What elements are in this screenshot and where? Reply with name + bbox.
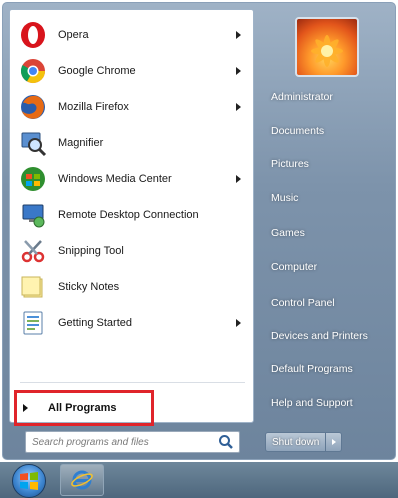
windows-logo-icon bbox=[20, 472, 38, 490]
taskbar-ie-button[interactable] bbox=[60, 464, 104, 496]
right-item-administrator[interactable]: Administrator bbox=[265, 84, 391, 110]
program-label: Getting Started bbox=[58, 317, 132, 329]
submenu-arrow-icon[interactable] bbox=[236, 67, 241, 75]
magnifier-icon bbox=[18, 128, 48, 158]
program-media-center[interactable]: Windows Media Center bbox=[14, 162, 249, 196]
program-getting-started[interactable]: Getting Started bbox=[14, 306, 249, 340]
start-menu: Opera Google Chrome Mozilla Firefox Magn… bbox=[2, 2, 396, 460]
program-chrome[interactable]: Google Chrome bbox=[14, 54, 249, 88]
program-label: Remote Desktop Connection bbox=[58, 209, 199, 221]
shutdown-button[interactable]: Shut down bbox=[265, 432, 327, 452]
program-snipping-tool[interactable]: Snipping Tool bbox=[14, 234, 249, 268]
divider bbox=[20, 382, 245, 383]
program-label: Windows Media Center bbox=[58, 173, 172, 185]
scissors-icon bbox=[18, 236, 48, 266]
remote-desktop-icon bbox=[18, 200, 48, 230]
submenu-arrow-icon[interactable] bbox=[236, 319, 241, 327]
arrow-right-icon bbox=[331, 439, 336, 445]
all-programs-label: All Programs bbox=[48, 402, 117, 414]
media-center-icon bbox=[18, 164, 48, 194]
program-magnifier[interactable]: Magnifier bbox=[14, 126, 249, 160]
program-label: Google Chrome bbox=[58, 65, 136, 77]
submenu-arrow-icon[interactable] bbox=[236, 103, 241, 111]
chrome-icon bbox=[18, 56, 48, 86]
search-input[interactable] bbox=[26, 432, 217, 452]
program-label: Sticky Notes bbox=[58, 281, 120, 293]
right-item-help-support[interactable]: Help and Support bbox=[265, 390, 391, 416]
flower-icon bbox=[311, 35, 343, 67]
right-item-pictures[interactable]: Pictures bbox=[265, 151, 391, 177]
right-item-computer[interactable]: Computer bbox=[265, 254, 391, 280]
program-opera[interactable]: Opera bbox=[14, 18, 249, 52]
right-item-default-programs[interactable]: Default Programs bbox=[265, 356, 391, 382]
program-label: Mozilla Firefox bbox=[58, 101, 129, 113]
program-label: Magnifier bbox=[58, 137, 104, 149]
submenu-arrow-icon[interactable] bbox=[236, 175, 241, 183]
programs-pane: Opera Google Chrome Mozilla Firefox Magn… bbox=[9, 9, 254, 426]
search-icon[interactable] bbox=[217, 433, 235, 451]
getting-started-icon bbox=[18, 308, 48, 338]
triangle-right-icon bbox=[23, 404, 28, 412]
program-remote-desktop[interactable]: Remote Desktop Connection bbox=[14, 198, 249, 232]
sticky-notes-icon bbox=[18, 272, 48, 302]
program-label: Opera bbox=[58, 29, 89, 41]
shutdown-group: Shut down bbox=[265, 432, 343, 452]
internet-explorer-icon bbox=[71, 470, 93, 490]
user-avatar[interactable] bbox=[295, 17, 359, 77]
right-item-music[interactable]: Music bbox=[265, 185, 391, 211]
start-button[interactable] bbox=[12, 464, 46, 498]
opera-icon bbox=[18, 20, 48, 50]
program-firefox[interactable]: Mozilla Firefox bbox=[14, 90, 249, 124]
right-item-devices-printers[interactable]: Devices and Printers bbox=[265, 323, 391, 349]
program-label: Snipping Tool bbox=[58, 245, 124, 257]
firefox-icon bbox=[18, 92, 48, 122]
taskbar bbox=[0, 462, 398, 498]
right-item-documents[interactable]: Documents bbox=[265, 118, 391, 144]
all-programs-button[interactable]: All Programs bbox=[14, 390, 154, 426]
submenu-arrow-icon[interactable] bbox=[236, 31, 241, 39]
program-sticky-notes[interactable]: Sticky Notes bbox=[14, 270, 249, 304]
right-item-control-panel[interactable]: Control Panel bbox=[265, 290, 391, 316]
search-box bbox=[25, 431, 240, 453]
shutdown-options-button[interactable] bbox=[326, 432, 343, 452]
right-item-games[interactable]: Games bbox=[265, 220, 391, 246]
